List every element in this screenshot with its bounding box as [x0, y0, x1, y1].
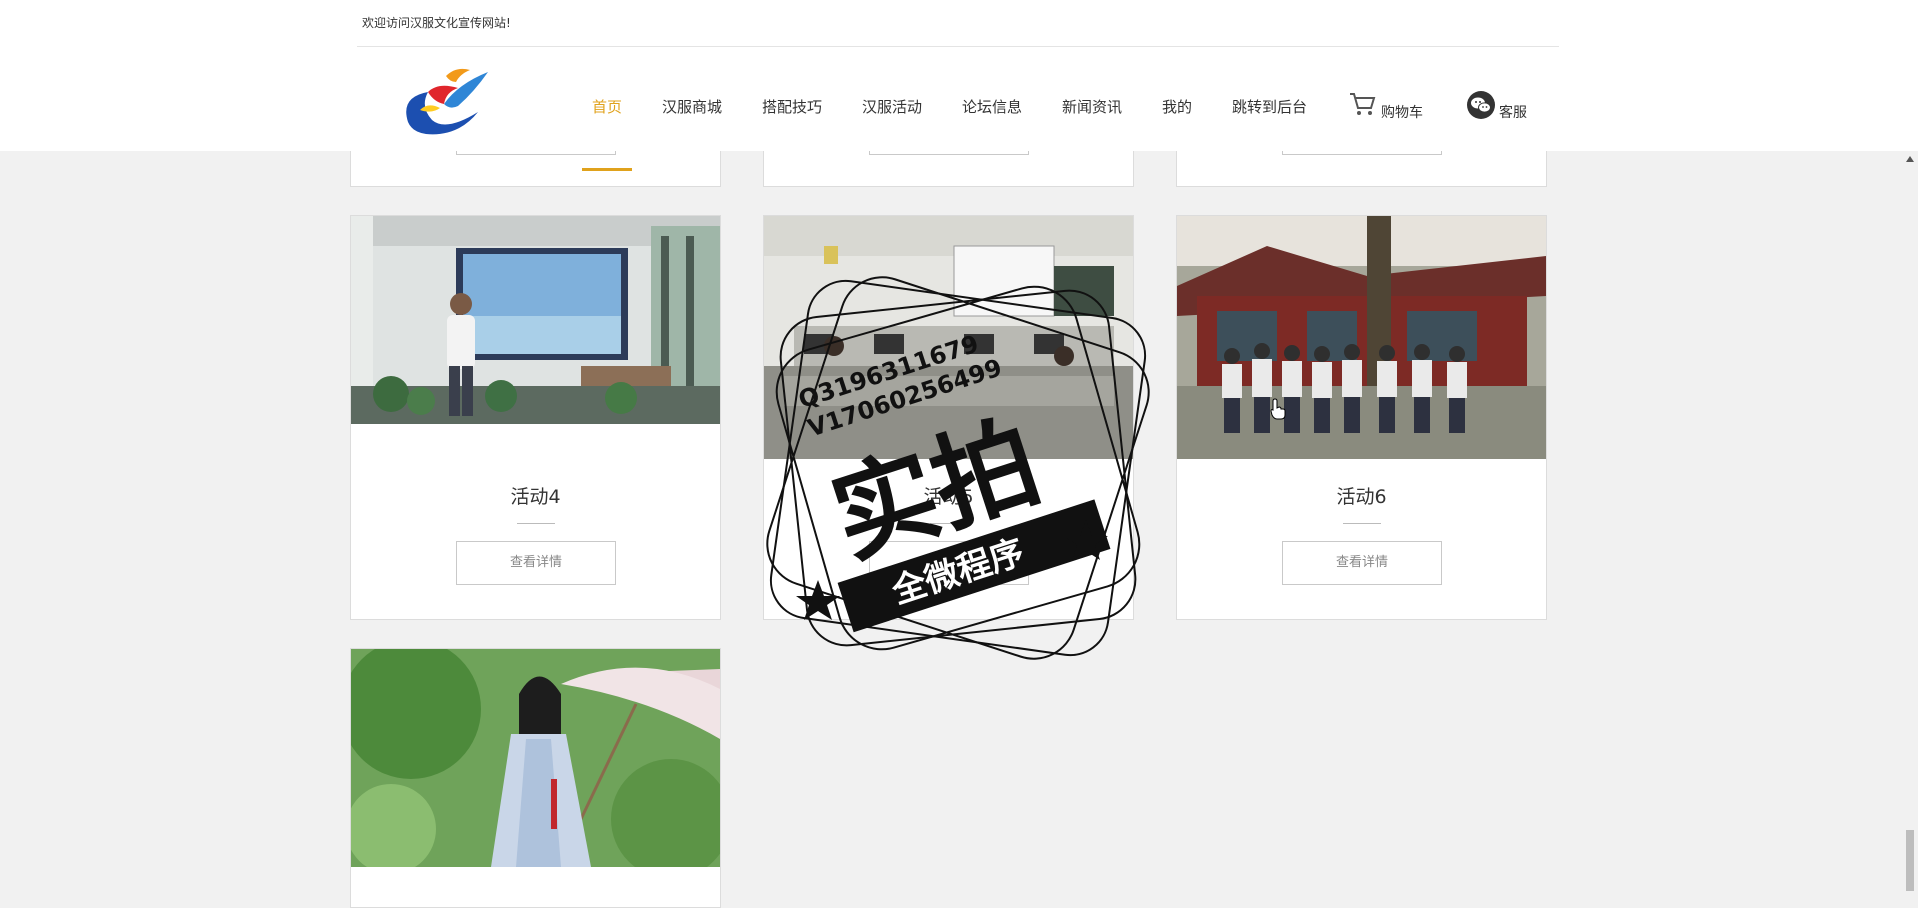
nav-item-forum[interactable]: 论坛信息: [962, 96, 1022, 117]
activity-card-7: [350, 648, 721, 908]
welcome-bar: 欢迎访问汉服文化宣传网站!: [357, 0, 1559, 47]
main-nav: 首页 汉服商城 搭配技巧 汉服活动 论坛信息 新闻资讯 我的 跳转到后台 购物车: [0, 46, 1918, 171]
hand-cursor-icon: [1270, 398, 1286, 420]
site-header: 欢迎访问汉服文化宣传网站! 首页 汉服商城 搭配技巧 汉服活动 论坛信息 新闻资…: [0, 0, 1918, 171]
activity-image[interactable]: [351, 216, 720, 424]
view-details-button[interactable]: 查看详情: [456, 541, 616, 585]
activity-image[interactable]: [351, 649, 720, 867]
nav-item-news[interactable]: 新闻资讯: [1062, 96, 1122, 117]
title-divider: [517, 523, 555, 524]
watermark-stamp: Q3196311679 V17060256499 实拍 全微程序: [766, 276, 1150, 660]
title-divider: [1343, 523, 1381, 524]
cart-label: 购物车: [1381, 105, 1423, 121]
nav-item-hanfu-activities[interactable]: 汉服活动: [862, 96, 922, 117]
activity-title: 活动4: [510, 486, 561, 508]
scroll-up-arrow-icon[interactable]: [1906, 156, 1914, 162]
cart-icon: [1350, 93, 1376, 115]
activity-title: 活动6: [1336, 486, 1387, 508]
wechat-icon: [1467, 91, 1495, 119]
scrollbar-thumb[interactable]: [1906, 830, 1914, 891]
nav-item-mine[interactable]: 我的: [1162, 96, 1192, 117]
active-nav-indicator: [582, 168, 632, 171]
activity-card-6: 活动6 查看详情: [1176, 215, 1547, 620]
welcome-text: 欢迎访问汉服文化宣传网站!: [362, 16, 511, 30]
nav-item-home[interactable]: 首页: [592, 96, 622, 117]
view-details-button[interactable]: 查看详情: [1282, 541, 1442, 585]
nav-item-styling-tips[interactable]: 搭配技巧: [762, 96, 822, 117]
service-label: 客服: [1499, 105, 1527, 121]
nav-item-hanfu-mall[interactable]: 汉服商城: [662, 96, 722, 117]
activity-card-4: 活动4 查看详情: [350, 215, 721, 620]
activity-image[interactable]: [1177, 216, 1546, 459]
nav-item-admin[interactable]: 跳转到后台: [1232, 96, 1307, 117]
cart-link[interactable]: 购物车: [1348, 90, 1428, 124]
customer-service-link[interactable]: 客服: [1466, 90, 1536, 124]
